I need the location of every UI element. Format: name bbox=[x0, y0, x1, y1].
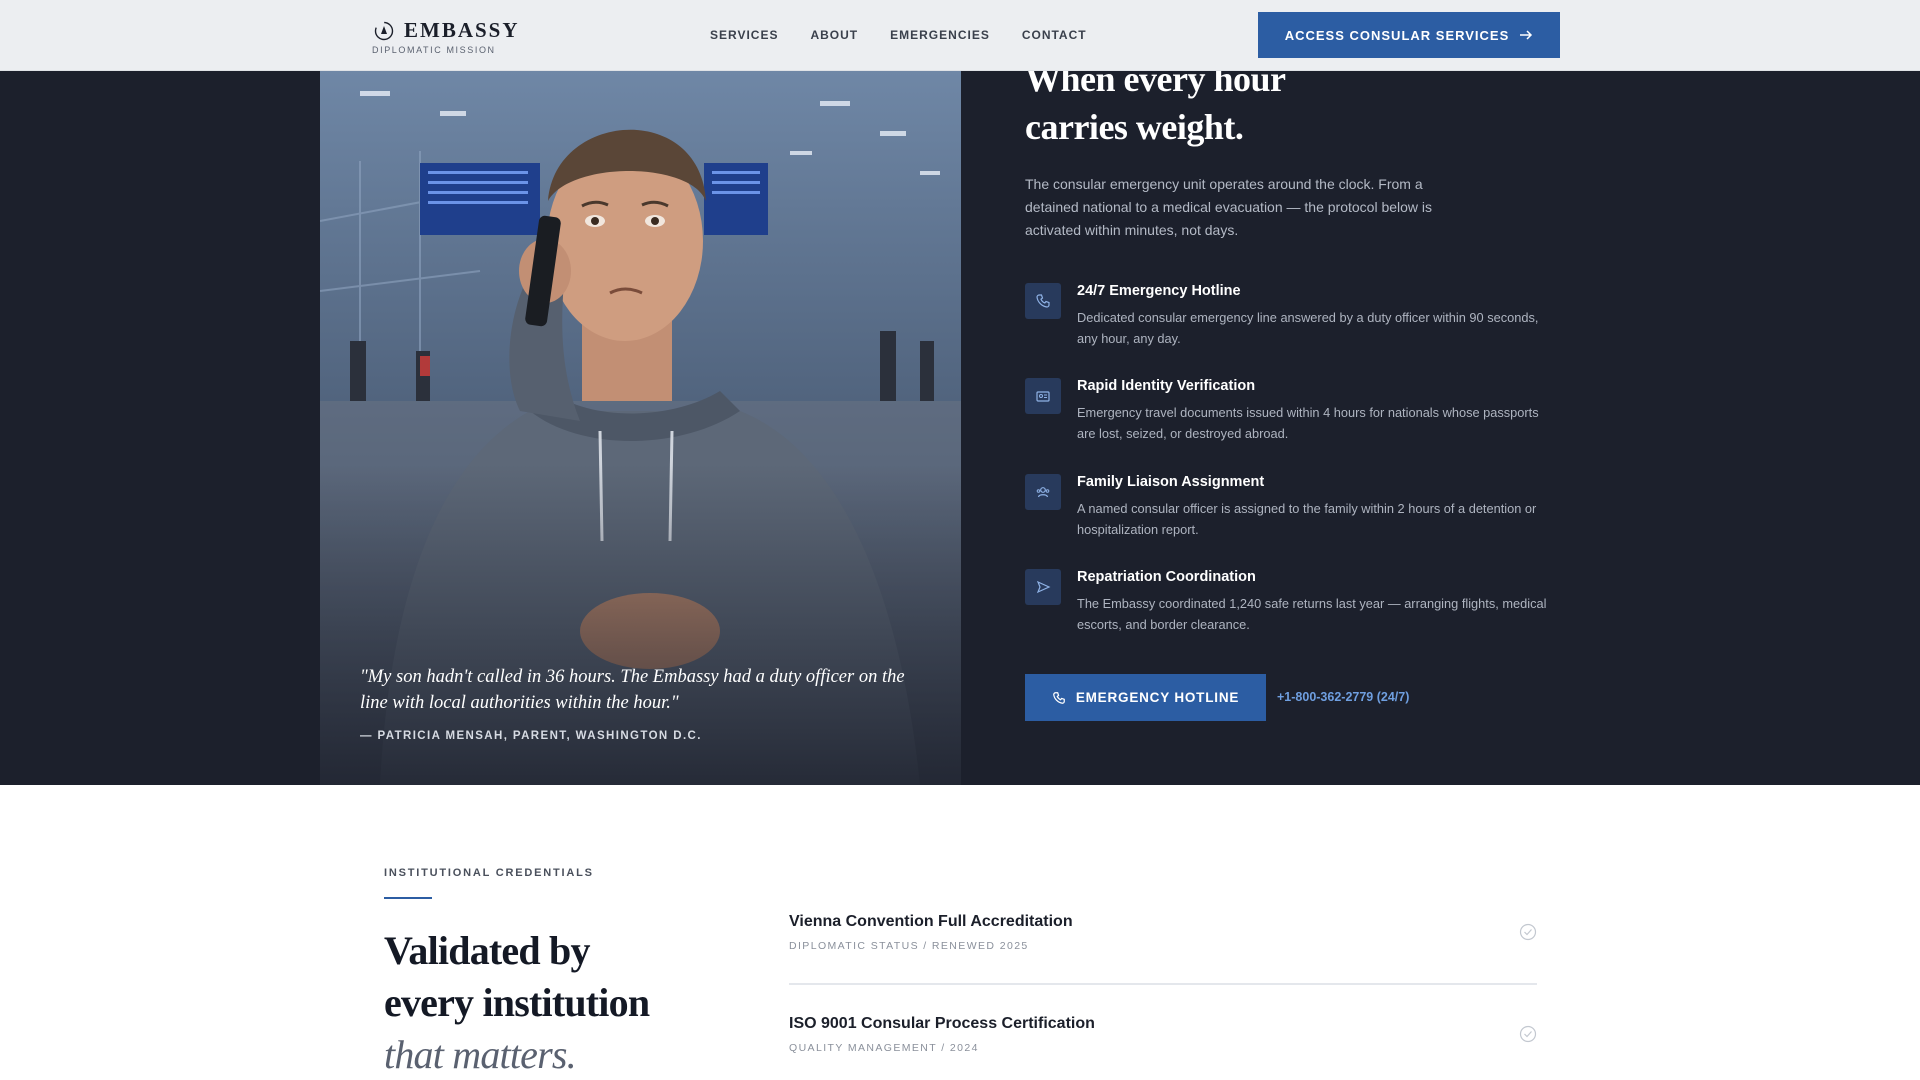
emergency-hotline-button[interactable]: EMERGENCY HOTLINE bbox=[1025, 674, 1266, 721]
nav-emergencies[interactable]: EMERGENCIES bbox=[890, 28, 990, 42]
phone-icon bbox=[1052, 691, 1065, 704]
phone-icon bbox=[1025, 283, 1061, 319]
hero-photo: "My son hadn't called in 36 hours. The E… bbox=[320, 71, 961, 785]
feature-title: 24/7 Emergency Hotline bbox=[1077, 283, 1241, 299]
hotline-button-label: EMERGENCY HOTLINE bbox=[1075, 690, 1240, 705]
credential-row: ISO 9001 Consular Process Certification … bbox=[789, 985, 1537, 1080]
access-consular-services-button[interactable]: ACCESS CONSULAR SERVICES bbox=[1258, 12, 1560, 58]
feature-description: Dedicated consular emergency line answer… bbox=[1077, 310, 1539, 346]
emergency-section: "My son hadn't called in 36 hours. The E… bbox=[0, 59, 1920, 785]
brand-name: EMBASSY bbox=[404, 18, 520, 42]
eyebrow-divider bbox=[384, 897, 432, 899]
title-line-2: every institution bbox=[384, 980, 650, 1025]
nav-about[interactable]: ABOUT bbox=[810, 28, 858, 42]
people-icon bbox=[1025, 474, 1061, 510]
brand-subtitle: DIPLOMATIC MISSION bbox=[372, 45, 496, 55]
headline-line-2: carries weight. bbox=[1025, 107, 1244, 147]
credential-meta: DIPLOMATIC STATUS / RENEWED 2025 bbox=[789, 940, 1029, 952]
send-icon bbox=[1025, 569, 1061, 605]
brand-logo[interactable]: EMBASSY DIPLOMATIC MISSION bbox=[372, 18, 520, 55]
arrow-right-icon bbox=[1520, 30, 1533, 40]
nav-contact[interactable]: CONTACT bbox=[1022, 28, 1087, 42]
cta-label: ACCESS CONSULAR SERVICES bbox=[1284, 27, 1510, 43]
credential-title: Vienna Convention Full Accreditation bbox=[789, 913, 1073, 930]
check-circle-icon bbox=[1519, 923, 1537, 941]
credentials-title: Validated by every institution that matt… bbox=[384, 925, 650, 1080]
feature-title: Repatriation Coordination bbox=[1077, 569, 1256, 585]
credentials-section: INSTITUTIONAL CREDENTIALS Validated by e… bbox=[0, 785, 1920, 1080]
credential-meta: QUALITY MANAGEMENT / 2024 bbox=[789, 1042, 979, 1054]
feature-title: Family Liaison Assignment bbox=[1077, 474, 1265, 490]
hotline-phone-link[interactable]: +1-800-362-2779 (24/7) bbox=[1277, 690, 1409, 704]
id-card-icon bbox=[1025, 378, 1061, 414]
title-line-1: Validated by bbox=[384, 928, 590, 973]
emblem-icon bbox=[374, 21, 394, 40]
testimonial-quote: "My son hadn't called in 36 hours. The E… bbox=[360, 667, 905, 713]
testimonial-author: — PATRICIA MENSAH, PARENT, WASHINGTON D.… bbox=[360, 730, 702, 742]
section-intro: The consular emergency unit operates aro… bbox=[1025, 176, 1433, 238]
feature-description: The Embassy coordinated 1,240 safe retur… bbox=[1077, 596, 1547, 632]
site-header: EMBASSY DIPLOMATIC MISSION SERVICES ABOU… bbox=[0, 0, 1920, 71]
feature-description: Emergency travel documents issued within… bbox=[1077, 405, 1539, 441]
feature-title: Rapid Identity Verification bbox=[1077, 378, 1256, 394]
section-eyebrow: INSTITUTIONAL CREDENTIALS bbox=[384, 867, 594, 879]
title-line-3: that matters. bbox=[384, 1032, 577, 1077]
feature-description: A named consular officer is assigned to … bbox=[1077, 501, 1537, 537]
nav-services[interactable]: SERVICES bbox=[710, 28, 778, 42]
check-circle-icon bbox=[1519, 1025, 1537, 1043]
main-nav: SERVICES ABOUT EMERGENCIES CONTACT bbox=[710, 28, 1087, 42]
credential-row: Vienna Convention Full Accreditation DIP… bbox=[789, 883, 1537, 985]
credential-title: ISO 9001 Consular Process Certification bbox=[789, 1015, 1095, 1032]
